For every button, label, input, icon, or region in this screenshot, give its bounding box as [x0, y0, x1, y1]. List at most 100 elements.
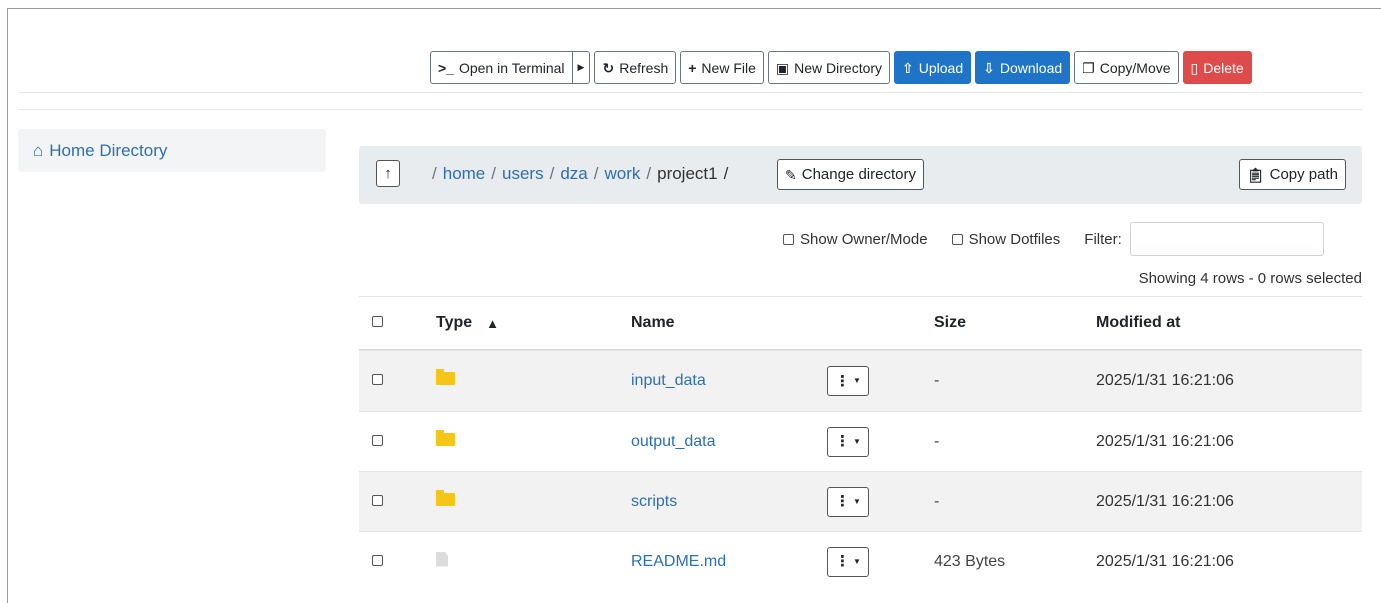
new-file-button[interactable]: + New File: [680, 51, 764, 84]
file-name-link[interactable]: scripts: [631, 493, 677, 511]
upload-label: Upload: [918, 59, 964, 76]
row-actions-button[interactable]: ⋮ ▼: [827, 366, 869, 396]
select-all-checkbox[interactable]: [372, 314, 383, 332]
breadcrumb-bar: ↑ / home / users / dza / work / project1…: [359, 146, 1362, 204]
show-dotfiles-label: Show Dotfiles: [968, 230, 1061, 248]
modified-date: 2025/1/31 16:21:06: [1096, 432, 1234, 450]
breadcrumb: / home / users / dza / work / project1 /: [432, 164, 728, 184]
file-name-link[interactable]: README.md: [631, 553, 726, 571]
breadcrumb-separator: /: [549, 164, 555, 183]
folder-icon: [436, 489, 455, 511]
edit-icon: ✎: [785, 166, 797, 183]
breadcrumb-users[interactable]: users: [502, 164, 544, 184]
breadcrumb-current: project1: [657, 164, 718, 183]
modified-date: 2025/1/31 16:21:06: [1096, 372, 1234, 389]
open-terminal-label: Open in Terminal: [458, 59, 565, 76]
show-owner-mode-option[interactable]: Show Owner/Mode: [783, 231, 928, 248]
table-row[interactable]: README.md ⋮ ▼ 423 Bytes 2025/1/31 16:21:…: [359, 531, 1362, 591]
copy-move-label: Copy/Move: [1099, 59, 1171, 76]
sort-ascending-icon: ▲: [486, 315, 500, 331]
content-divider: [18, 109, 1362, 110]
type-header-label: Type: [436, 314, 473, 331]
show-dotfiles-checkbox[interactable]: [951, 233, 963, 245]
kebab-icon: ⋮: [835, 493, 850, 510]
list-options: Show Owner/Mode Show Dotfiles Filter:: [783, 222, 1324, 256]
new-directory-label: New Directory: [794, 59, 883, 76]
breadcrumb-work[interactable]: work: [604, 164, 640, 184]
breadcrumb-separator: /: [646, 164, 652, 183]
new-directory-button[interactable]: ▣ New Directory: [767, 51, 891, 84]
modified-date: 2025/1/31 16:21:06: [1096, 552, 1234, 570]
caret-down-icon: ▼: [853, 436, 861, 446]
row-actions-button[interactable]: ⋮ ▼: [827, 486, 869, 517]
modified-date: 2025/1/31 16:21:06: [1096, 492, 1234, 510]
table-row[interactable]: input_data ⋮ ▼ - 2025/1/31 16:21:06: [359, 351, 1362, 411]
table-row[interactable]: output_data ⋮ ▼ - 2025/1/31 16:21:06: [359, 411, 1362, 471]
kebab-icon: ⋮: [835, 433, 850, 450]
refresh-button[interactable]: ↻ Refresh: [594, 51, 677, 84]
file-table: Type ▲ Name Size Modified at input_data …: [359, 296, 1362, 591]
show-owner-mode-checkbox[interactable]: [783, 233, 794, 245]
file-size: -: [934, 432, 940, 450]
modified-column-header[interactable]: Modified at: [1096, 314, 1180, 332]
file-icon: [436, 551, 448, 572]
filter-label: Filter:: [1084, 230, 1122, 248]
rows-status: Showing 4 rows - 0 rows selected: [1138, 270, 1362, 287]
filter-input[interactable]: [1129, 222, 1324, 256]
file-toolbar: >_ Open in Terminal ▶ ↻ Refresh + New Fi…: [430, 51, 1252, 84]
folder-icon: [436, 429, 455, 451]
show-dotfiles-option[interactable]: Show Dotfiles: [951, 230, 1061, 248]
arrow-up-icon: ↑: [384, 165, 392, 182]
delete-button[interactable]: ▯ Delete: [1182, 51, 1252, 84]
breadcrumb-separator: /: [593, 164, 599, 183]
row-checkbox[interactable]: [372, 493, 383, 511]
copy-path-button[interactable]: 📋︎ Copy path: [1238, 159, 1346, 190]
change-directory-button[interactable]: ✎ Change directory: [777, 159, 924, 190]
row-actions: ⋮ ▼: [827, 546, 869, 577]
parent-directory-button[interactable]: ↑: [376, 160, 400, 187]
caret-down-icon: ▼: [853, 556, 861, 566]
row-checkbox[interactable]: [372, 372, 383, 390]
show-owner-mode-label: Show Owner/Mode: [800, 230, 928, 248]
breadcrumb-separator: /: [723, 164, 729, 183]
download-button[interactable]: ⇩ Download: [975, 51, 1071, 84]
open-terminal-button[interactable]: >_ Open in Terminal: [430, 51, 573, 84]
refresh-label: Refresh: [619, 59, 669, 76]
refresh-icon: ↻: [602, 59, 615, 76]
name-column-header[interactable]: Name: [631, 314, 675, 332]
row-checkbox[interactable]: [372, 433, 383, 451]
row-actions-button[interactable]: ⋮ ▼: [827, 426, 869, 457]
file-name-link[interactable]: input_data: [631, 372, 706, 390]
terminal-dropdown-button[interactable]: ▶: [572, 51, 591, 84]
file-size: -: [934, 372, 940, 389]
size-column-header[interactable]: Size: [934, 314, 966, 332]
file-name-link[interactable]: output_data: [631, 433, 716, 451]
upload-button[interactable]: ⇧ Upload: [894, 51, 972, 84]
table-row[interactable]: scripts ⋮ ▼ - 2025/1/31 16:21:06: [359, 471, 1362, 531]
breadcrumb-separator: /: [491, 164, 496, 183]
table-header: Type ▲ Name Size Modified at: [359, 296, 1362, 351]
file-size: -: [934, 492, 940, 510]
sidebar-item-home-directory[interactable]: ⌂ Home Directory: [18, 129, 326, 172]
new-file-label: New File: [701, 59, 756, 76]
row-checkbox[interactable]: [372, 553, 383, 571]
copy-icon: ❐: [1082, 59, 1095, 76]
row-actions: ⋮ ▼: [827, 426, 869, 457]
breadcrumb-dza[interactable]: dza: [560, 164, 587, 184]
row-actions-button[interactable]: ⋮ ▼: [827, 546, 869, 577]
caret-down-icon: ▼: [853, 376, 861, 385]
kebab-icon: ⋮: [835, 553, 850, 570]
download-icon: ⇩: [983, 59, 995, 76]
type-column-header[interactable]: Type ▲: [436, 314, 499, 332]
delete-label: Delete: [1203, 59, 1244, 76]
upload-icon: ⇧: [902, 59, 914, 76]
folder-icon: [436, 369, 455, 390]
toolbar-divider: [18, 92, 1362, 93]
breadcrumb-home[interactable]: home: [443, 164, 486, 184]
plus-icon: +: [688, 59, 697, 76]
copy-move-button[interactable]: ❐ Copy/Move: [1074, 51, 1179, 84]
terminal-icon: >_: [438, 59, 454, 76]
file-size: 423 Bytes: [934, 552, 1006, 570]
kebab-icon: ⋮: [835, 372, 850, 390]
sidebar-item-label: Home Directory: [49, 140, 168, 160]
